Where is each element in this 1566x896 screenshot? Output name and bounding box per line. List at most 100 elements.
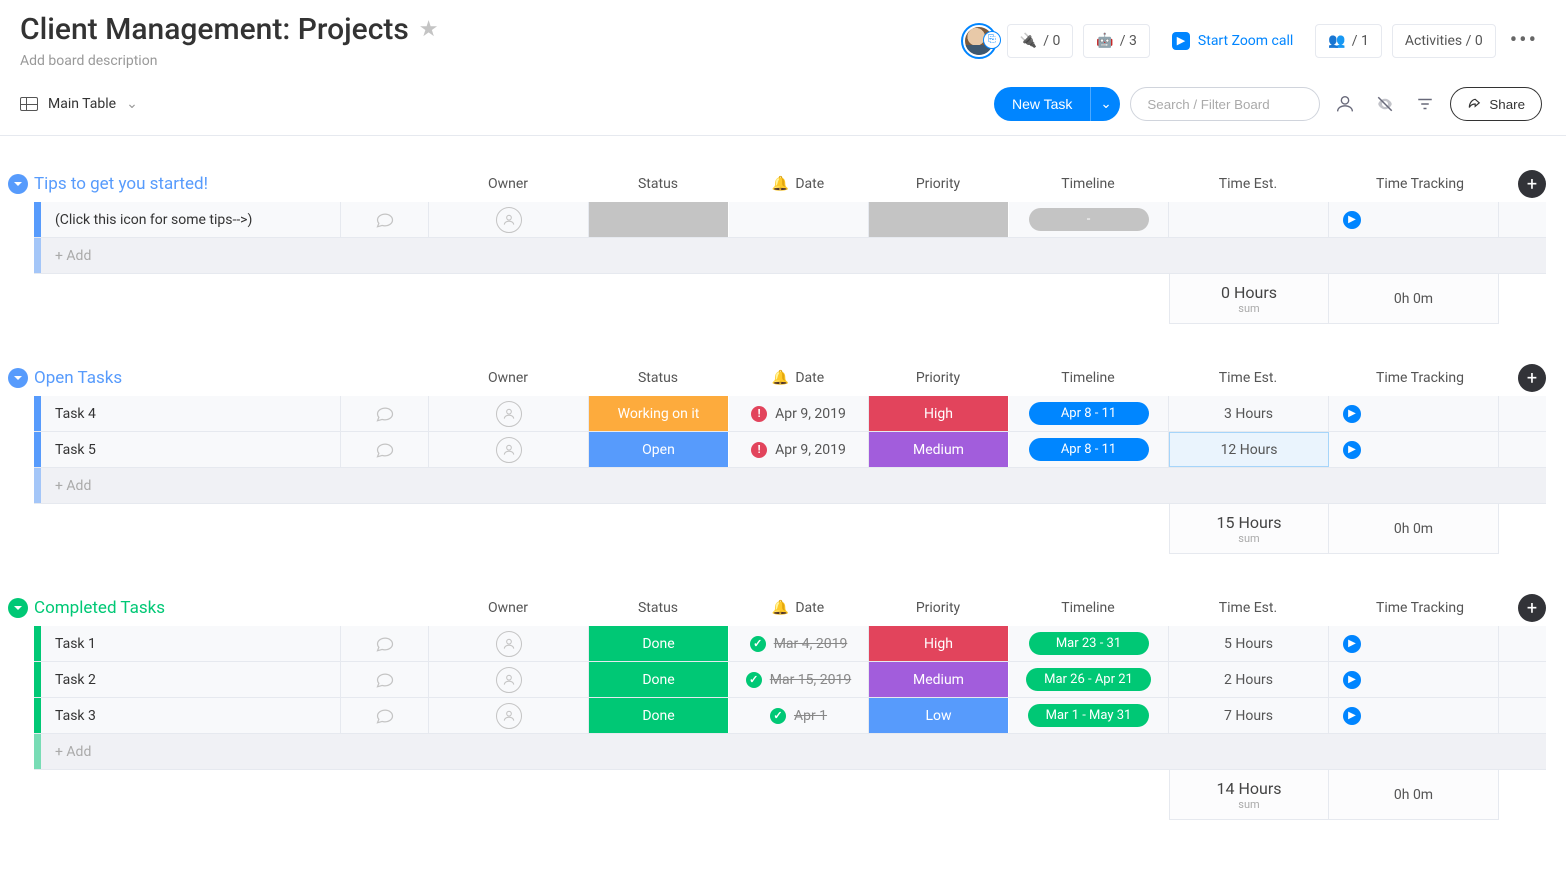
column-header-timeline[interactable]: Timeline xyxy=(1008,176,1168,192)
task-name-cell[interactable]: (Click this icon for some tips-->) xyxy=(41,202,341,237)
column-header-priority[interactable]: Priority xyxy=(868,370,1008,386)
new-task-dropdown[interactable]: ⌄ xyxy=(1090,87,1120,121)
start-zoom-button[interactable]: ▶ Start Zoom call xyxy=(1160,24,1305,58)
add-row[interactable]: + Add xyxy=(34,468,1546,504)
owner-cell[interactable] xyxy=(429,396,589,431)
date-cell[interactable]: !Apr 9, 2019 xyxy=(729,396,869,431)
priority-cell[interactable]: Medium xyxy=(869,662,1009,697)
column-header-status[interactable]: Status xyxy=(588,600,728,616)
add-row-label[interactable]: + Add xyxy=(41,238,1546,273)
task-name-cell[interactable]: Task 5 xyxy=(41,432,341,467)
status-cell[interactable]: Working on it xyxy=(589,396,729,431)
board-members-button[interactable]: 👥 / 1 xyxy=(1315,24,1382,58)
chat-cell[interactable] xyxy=(341,202,429,237)
add-column-button[interactable]: + xyxy=(1518,364,1546,392)
column-header-status[interactable]: Status xyxy=(588,370,728,386)
share-button[interactable]: Share xyxy=(1450,87,1542,121)
timeline-cell[interactable]: - xyxy=(1009,202,1169,237)
status-cell[interactable]: Done xyxy=(589,698,729,733)
collapse-icon[interactable] xyxy=(8,598,28,618)
date-cell[interactable]: ✓Mar 15, 2019 xyxy=(729,662,869,697)
column-header-owner[interactable]: Owner xyxy=(428,600,588,616)
chat-cell[interactable] xyxy=(341,626,429,661)
time-tracking-cell[interactable]: ▶ xyxy=(1329,432,1499,467)
star-icon[interactable]: ★ xyxy=(419,17,439,42)
date-cell[interactable]: ✓Mar 4, 2019 xyxy=(729,626,869,661)
time-est-cell[interactable]: 7 Hours xyxy=(1169,698,1329,733)
column-header-timeline[interactable]: Timeline xyxy=(1008,370,1168,386)
add-column-button[interactable]: + xyxy=(1518,170,1546,198)
play-icon[interactable]: ▶ xyxy=(1343,671,1361,689)
owner-cell[interactable] xyxy=(429,662,589,697)
priority-cell[interactable]: High xyxy=(869,396,1009,431)
time-est-cell[interactable]: 3 Hours xyxy=(1169,396,1329,431)
column-header-owner[interactable]: Owner xyxy=(428,370,588,386)
column-header-timeline[interactable]: Timeline xyxy=(1008,600,1168,616)
hide-columns-button[interactable] xyxy=(1370,89,1400,119)
priority-cell[interactable]: Low xyxy=(869,698,1009,733)
column-header-time-est[interactable]: Time Est. xyxy=(1168,600,1328,616)
add-row[interactable]: + Add xyxy=(34,734,1546,770)
status-cell[interactable]: Open xyxy=(589,432,729,467)
task-name-cell[interactable]: Task 2 xyxy=(41,662,341,697)
time-est-cell[interactable]: 5 Hours xyxy=(1169,626,1329,661)
time-est-cell[interactable]: 12 Hours xyxy=(1169,432,1329,467)
person-filter-button[interactable] xyxy=(1330,89,1360,119)
column-header-priority[interactable]: Priority xyxy=(868,600,1008,616)
column-header-time-est[interactable]: Time Est. xyxy=(1168,176,1328,192)
status-cell[interactable] xyxy=(589,202,729,237)
timeline-cell[interactable]: Mar 23 - 31 xyxy=(1009,626,1169,661)
time-tracking-cell[interactable]: ▶ xyxy=(1329,698,1499,733)
column-header-time-tracking[interactable]: Time Tracking xyxy=(1328,370,1498,386)
column-header-date[interactable]: 🔔Date xyxy=(728,600,868,616)
timeline-cell[interactable]: Mar 1 - May 31 xyxy=(1009,698,1169,733)
column-header-time-tracking[interactable]: Time Tracking xyxy=(1328,176,1498,192)
chat-cell[interactable] xyxy=(341,698,429,733)
more-menu-icon[interactable]: ••• xyxy=(1506,28,1542,53)
owner-cell[interactable] xyxy=(429,626,589,661)
board-description[interactable]: Add board description xyxy=(20,53,961,69)
chat-cell[interactable] xyxy=(341,662,429,697)
add-row-label[interactable]: + Add xyxy=(41,468,1546,503)
search-input[interactable] xyxy=(1130,87,1320,121)
board-title[interactable]: Client Management: Projects xyxy=(20,12,409,47)
date-cell[interactable]: !Apr 9, 2019 xyxy=(729,432,869,467)
owner-cell[interactable] xyxy=(429,698,589,733)
column-header-date[interactable]: 🔔Date xyxy=(728,176,868,192)
column-header-time-tracking[interactable]: Time Tracking xyxy=(1328,600,1498,616)
add-row-label[interactable]: + Add xyxy=(41,734,1546,769)
column-header-date[interactable]: 🔔Date xyxy=(728,370,868,386)
add-column-button[interactable]: + xyxy=(1518,594,1546,622)
column-header-priority[interactable]: Priority xyxy=(868,176,1008,192)
integrations-count-button[interactable]: 🔌 / 0 xyxy=(1007,24,1074,58)
collapse-icon[interactable] xyxy=(8,368,28,388)
owner-cell[interactable] xyxy=(429,432,589,467)
column-header-owner[interactable]: Owner xyxy=(428,176,588,192)
time-tracking-cell[interactable]: ▶ xyxy=(1329,626,1499,661)
add-row[interactable]: + Add xyxy=(34,238,1546,274)
view-selector[interactable]: Main Table ⌄ xyxy=(20,96,138,112)
date-cell[interactable] xyxy=(729,202,869,237)
timeline-cell[interactable]: Apr 8 - 11 xyxy=(1009,396,1169,431)
group-title[interactable]: Completed Tasks xyxy=(34,598,428,618)
collapse-icon[interactable] xyxy=(8,174,28,194)
group-title[interactable]: Tips to get you started! xyxy=(34,174,428,194)
column-header-time-est[interactable]: Time Est. xyxy=(1168,370,1328,386)
time-tracking-cell[interactable]: ▶ xyxy=(1329,662,1499,697)
time-tracking-cell[interactable]: ▶ xyxy=(1329,202,1499,237)
task-name-cell[interactable]: Task 4 xyxy=(41,396,341,431)
group-title[interactable]: Open Tasks xyxy=(34,368,428,388)
new-task-button[interactable]: New Task xyxy=(994,87,1090,121)
timeline-cell[interactable]: Apr 8 - 11 xyxy=(1009,432,1169,467)
column-header-status[interactable]: Status xyxy=(588,176,728,192)
play-icon[interactable]: ▶ xyxy=(1343,441,1361,459)
priority-cell[interactable]: High xyxy=(869,626,1009,661)
priority-cell[interactable] xyxy=(869,202,1009,237)
play-icon[interactable]: ▶ xyxy=(1343,707,1361,725)
status-cell[interactable]: Done xyxy=(589,662,729,697)
play-icon[interactable]: ▶ xyxy=(1343,405,1361,423)
owner-cell[interactable] xyxy=(429,202,589,237)
time-est-cell[interactable] xyxy=(1169,202,1329,237)
play-icon[interactable]: ▶ xyxy=(1343,211,1361,229)
chat-cell[interactable] xyxy=(341,432,429,467)
